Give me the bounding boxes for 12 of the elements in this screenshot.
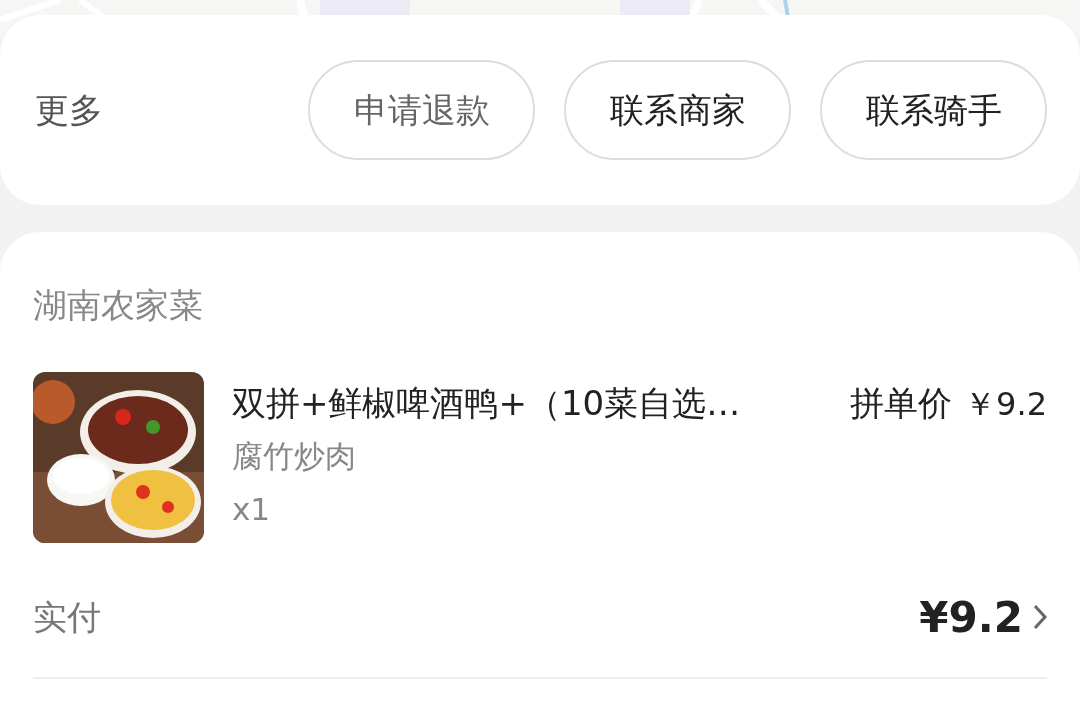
- action-button[interactable]: 联系骑手: [820, 60, 1047, 160]
- paid-label: 实付: [33, 595, 101, 639]
- item-title: 双拼+鲜椒啤酒鸭+（10菜自选…: [232, 382, 741, 425]
- unit-price: ￥9.2: [964, 383, 1047, 425]
- item-quantity: x1: [232, 489, 271, 529]
- store-name: 湖南农家菜: [33, 284, 204, 327]
- chevron-right-icon[interactable]: [1033, 604, 1047, 630]
- action-button[interactable]: 联系商家: [564, 60, 791, 160]
- item-option: 腐竹炒肉: [232, 433, 356, 480]
- paid-amount: ¥9.2: [919, 591, 1023, 644]
- price-label: 拼单价: [850, 382, 953, 425]
- more-label: 更多: [35, 88, 103, 132]
